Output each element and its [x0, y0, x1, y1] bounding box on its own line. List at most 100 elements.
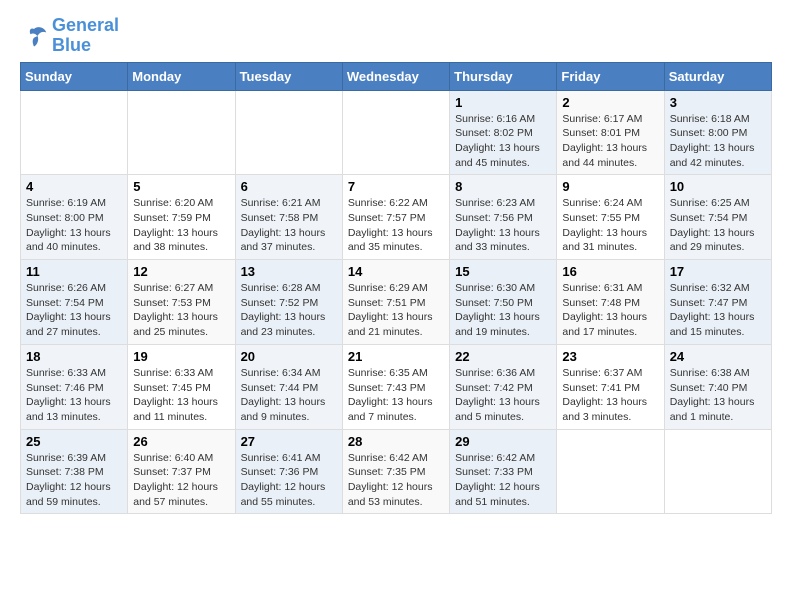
calendar-week-row: 1Sunrise: 6:16 AM Sunset: 8:02 PM Daylig… — [21, 90, 772, 175]
day-info: Sunrise: 6:38 AM Sunset: 7:40 PM Dayligh… — [670, 366, 766, 425]
day-number: 17 — [670, 264, 766, 279]
day-info: Sunrise: 6:24 AM Sunset: 7:55 PM Dayligh… — [562, 196, 658, 255]
calendar-cell: 9 Sunrise: 6:24 AM Sunset: 7:55 PM Daylig… — [557, 175, 664, 260]
calendar-cell: 10Sunrise: 6:25 AM Sunset: 7:54 PM Dayli… — [664, 175, 771, 260]
calendar-cell: 7 Sunrise: 6:22 AM Sunset: 7:57 PM Daylig… — [342, 175, 449, 260]
day-number: 25 — [26, 434, 122, 449]
calendar-cell: 3Sunrise: 6:18 AM Sunset: 8:00 PM Daylig… — [664, 90, 771, 175]
day-number: 11 — [26, 264, 122, 279]
calendar-cell — [128, 90, 235, 175]
calendar-cell: 6 Sunrise: 6:21 AM Sunset: 7:58 PM Daylig… — [235, 175, 342, 260]
day-info: Sunrise: 6:18 AM Sunset: 8:00 PM Dayligh… — [670, 112, 766, 171]
page-header: General Blue — [20, 16, 772, 56]
day-number: 24 — [670, 349, 766, 364]
day-info: Sunrise: 6:39 AM Sunset: 7:38 PM Dayligh… — [26, 451, 122, 510]
calendar-body: 1Sunrise: 6:16 AM Sunset: 8:02 PM Daylig… — [21, 90, 772, 514]
day-number: 28 — [348, 434, 444, 449]
calendar-cell: 25 Sunrise: 6:39 AM Sunset: 7:38 PM Dayli… — [21, 429, 128, 514]
weekday-header: Friday — [557, 62, 664, 90]
day-number: 12 — [133, 264, 229, 279]
day-number: 13 — [241, 264, 337, 279]
calendar-cell: 15 Sunrise: 6:30 AM Sunset: 7:50 PM Dayli… — [450, 260, 557, 345]
day-info: Sunrise: 6:21 AM Sunset: 7:58 PM Dayligh… — [241, 196, 337, 255]
calendar-cell: 23Sunrise: 6:37 AM Sunset: 7:41 PM Dayli… — [557, 344, 664, 429]
weekday-header: Wednesday — [342, 62, 449, 90]
calendar-cell: 28 Sunrise: 6:42 AM Sunset: 7:35 PM Dayli… — [342, 429, 449, 514]
day-number: 16 — [562, 264, 658, 279]
calendar-cell — [21, 90, 128, 175]
calendar-cell: 24 Sunrise: 6:38 AM Sunset: 7:40 PM Dayli… — [664, 344, 771, 429]
day-info: Sunrise: 6:33 AM Sunset: 7:45 PM Dayligh… — [133, 366, 229, 425]
calendar-cell: 16 Sunrise: 6:31 AM Sunset: 7:48 PM Dayli… — [557, 260, 664, 345]
calendar-header-row: SundayMondayTuesdayWednesdayThursdayFrid… — [21, 62, 772, 90]
day-info: Sunrise: 6:30 AM Sunset: 7:50 PM Dayligh… — [455, 281, 551, 340]
calendar-week-row: 25 Sunrise: 6:39 AM Sunset: 7:38 PM Dayli… — [21, 429, 772, 514]
day-info: Sunrise: 6:19 AM Sunset: 8:00 PM Dayligh… — [26, 196, 122, 255]
day-number: 2 — [562, 95, 658, 110]
calendar-table: SundayMondayTuesdayWednesdayThursdayFrid… — [20, 62, 772, 515]
day-number: 18 — [26, 349, 122, 364]
weekday-header: Sunday — [21, 62, 128, 90]
day-info: Sunrise: 6:41 AM Sunset: 7:36 PM Dayligh… — [241, 451, 337, 510]
day-info: Sunrise: 6:42 AM Sunset: 7:35 PM Dayligh… — [348, 451, 444, 510]
calendar-cell: 29 Sunrise: 6:42 AM Sunset: 7:33 PM Dayli… — [450, 429, 557, 514]
weekday-header: Saturday — [664, 62, 771, 90]
day-number: 7 — [348, 179, 444, 194]
calendar-cell: 13 Sunrise: 6:28 AM Sunset: 7:52 PM Dayli… — [235, 260, 342, 345]
day-info: Sunrise: 6:29 AM Sunset: 7:51 PM Dayligh… — [348, 281, 444, 340]
day-info: Sunrise: 6:22 AM Sunset: 7:57 PM Dayligh… — [348, 196, 444, 255]
day-info: Sunrise: 6:31 AM Sunset: 7:48 PM Dayligh… — [562, 281, 658, 340]
logo-bird-icon — [20, 22, 48, 50]
day-info: Sunrise: 6:35 AM Sunset: 7:43 PM Dayligh… — [348, 366, 444, 425]
calendar-week-row: 11 Sunrise: 6:26 AM Sunset: 7:54 PM Dayli… — [21, 260, 772, 345]
calendar-cell — [342, 90, 449, 175]
calendar-cell: 17 Sunrise: 6:32 AM Sunset: 7:47 PM Dayli… — [664, 260, 771, 345]
calendar-cell: 14Sunrise: 6:29 AM Sunset: 7:51 PM Dayli… — [342, 260, 449, 345]
day-info: Sunrise: 6:37 AM Sunset: 7:41 PM Dayligh… — [562, 366, 658, 425]
calendar-cell: 12Sunrise: 6:27 AM Sunset: 7:53 PM Dayli… — [128, 260, 235, 345]
weekday-header: Tuesday — [235, 62, 342, 90]
day-number: 4 — [26, 179, 122, 194]
day-info: Sunrise: 6:42 AM Sunset: 7:33 PM Dayligh… — [455, 451, 551, 510]
calendar-cell: 18 Sunrise: 6:33 AM Sunset: 7:46 PM Dayli… — [21, 344, 128, 429]
calendar-cell: 2 Sunrise: 6:17 AM Sunset: 8:01 PM Daylig… — [557, 90, 664, 175]
calendar-cell: 5 Sunrise: 6:20 AM Sunset: 7:59 PM Daylig… — [128, 175, 235, 260]
day-info: Sunrise: 6:33 AM Sunset: 7:46 PM Dayligh… — [26, 366, 122, 425]
calendar-cell — [557, 429, 664, 514]
weekday-header: Thursday — [450, 62, 557, 90]
calendar-cell: 11 Sunrise: 6:26 AM Sunset: 7:54 PM Dayli… — [21, 260, 128, 345]
day-info: Sunrise: 6:40 AM Sunset: 7:37 PM Dayligh… — [133, 451, 229, 510]
day-info: Sunrise: 6:25 AM Sunset: 7:54 PM Dayligh… — [670, 196, 766, 255]
day-number: 6 — [241, 179, 337, 194]
day-number: 15 — [455, 264, 551, 279]
calendar-cell: 22 Sunrise: 6:36 AM Sunset: 7:42 PM Dayli… — [450, 344, 557, 429]
day-info: Sunrise: 6:28 AM Sunset: 7:52 PM Dayligh… — [241, 281, 337, 340]
day-info: Sunrise: 6:16 AM Sunset: 8:02 PM Dayligh… — [455, 112, 551, 171]
day-info: Sunrise: 6:17 AM Sunset: 8:01 PM Dayligh… — [562, 112, 658, 171]
day-number: 9 — [562, 179, 658, 194]
day-number: 26 — [133, 434, 229, 449]
day-number: 19 — [133, 349, 229, 364]
calendar-cell: 21Sunrise: 6:35 AM Sunset: 7:43 PM Dayli… — [342, 344, 449, 429]
day-info: Sunrise: 6:23 AM Sunset: 7:56 PM Dayligh… — [455, 196, 551, 255]
calendar-cell: 4 Sunrise: 6:19 AM Sunset: 8:00 PM Daylig… — [21, 175, 128, 260]
day-number: 27 — [241, 434, 337, 449]
day-number: 22 — [455, 349, 551, 364]
logo: General Blue — [20, 16, 119, 56]
calendar-cell — [664, 429, 771, 514]
day-info: Sunrise: 6:20 AM Sunset: 7:59 PM Dayligh… — [133, 196, 229, 255]
day-info: Sunrise: 6:26 AM Sunset: 7:54 PM Dayligh… — [26, 281, 122, 340]
calendar-cell: 1Sunrise: 6:16 AM Sunset: 8:02 PM Daylig… — [450, 90, 557, 175]
calendar-cell: 27 Sunrise: 6:41 AM Sunset: 7:36 PM Dayli… — [235, 429, 342, 514]
day-number: 5 — [133, 179, 229, 194]
calendar-cell: 19 Sunrise: 6:33 AM Sunset: 7:45 PM Dayli… — [128, 344, 235, 429]
day-info: Sunrise: 6:32 AM Sunset: 7:47 PM Dayligh… — [670, 281, 766, 340]
day-number: 29 — [455, 434, 551, 449]
calendar-cell: 26 Sunrise: 6:40 AM Sunset: 7:37 PM Dayli… — [128, 429, 235, 514]
calendar-cell: 8Sunrise: 6:23 AM Sunset: 7:56 PM Daylig… — [450, 175, 557, 260]
weekday-header: Monday — [128, 62, 235, 90]
calendar-cell: 20Sunrise: 6:34 AM Sunset: 7:44 PM Dayli… — [235, 344, 342, 429]
day-info: Sunrise: 6:36 AM Sunset: 7:42 PM Dayligh… — [455, 366, 551, 425]
logo-text: General Blue — [52, 16, 119, 56]
calendar-week-row: 18 Sunrise: 6:33 AM Sunset: 7:46 PM Dayli… — [21, 344, 772, 429]
